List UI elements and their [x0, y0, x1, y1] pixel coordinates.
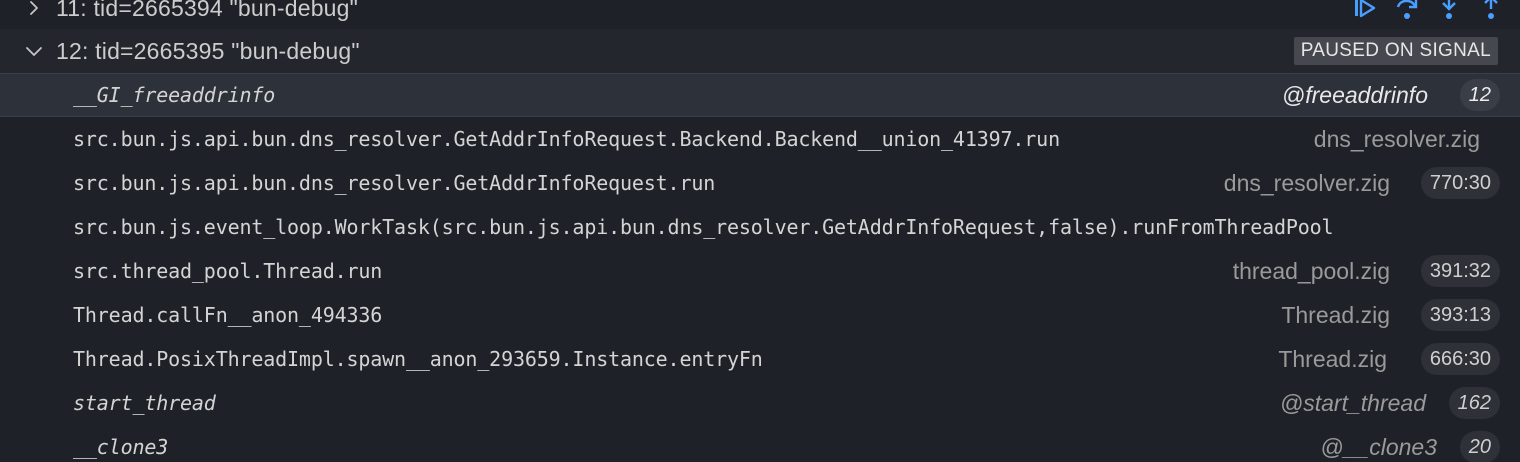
- frame-line-badge: 12: [1459, 79, 1500, 111]
- stack-frame-8[interactable]: __clone3 @__clone3 20: [0, 425, 1520, 462]
- step-into-icon[interactable]: [1436, 0, 1462, 21]
- stack-frame-0[interactable]: __GI_freeaddrinfo @freeaddrinfo 12: [0, 73, 1520, 117]
- step-over-icon[interactable]: [1394, 0, 1420, 21]
- frame-source-file: @start_thread: [1279, 389, 1426, 416]
- frame-line-badge: 770:30: [1420, 167, 1500, 199]
- frame-source-file: dns_resolver.zig: [1223, 169, 1390, 196]
- step-out-icon[interactable]: [1478, 0, 1504, 21]
- frame-line-badge: 666:30: [1420, 343, 1500, 375]
- continue-icon[interactable]: [1352, 0, 1378, 21]
- stack-frame-2[interactable]: src.bun.js.api.bun.dns_resolver.GetAddrI…: [0, 161, 1520, 205]
- frame-function-name: start_thread: [73, 391, 216, 415]
- frame-function-name: src.bun.js.api.bun.dns_resolver.GetAddrI…: [73, 171, 716, 195]
- thread-label: 12: tid=2665395 "bun-debug": [56, 37, 360, 64]
- frame-line-badge: 393:13: [1420, 299, 1500, 331]
- stack-frame-7[interactable]: start_thread @start_thread 162: [0, 381, 1520, 425]
- frame-source-file: Thread.zig: [1281, 301, 1390, 328]
- paused-status-badge: PAUSED ON SIGNAL: [1293, 37, 1498, 65]
- thread-row-11[interactable]: 11: tid=2665394 "bun-debug": [0, 0, 1520, 30]
- frame-source-file: thread_pool.zig: [1232, 257, 1390, 284]
- thread-row-12[interactable]: 12: tid=2665395 "bun-debug" PAUSED ON SI…: [0, 29, 1520, 73]
- frame-line-badge: 20: [1459, 431, 1500, 462]
- thread-label: 11: tid=2665394 "bun-debug": [56, 0, 359, 21]
- stack-frame-4[interactable]: src.thread_pool.Thread.run thread_pool.z…: [0, 249, 1520, 293]
- stack-frame-1[interactable]: src.bun.js.api.bun.dns_resolver.GetAddrI…: [0, 117, 1520, 161]
- frame-line-badge: 162: [1448, 387, 1500, 419]
- frame-function-name: src.thread_pool.Thread.run: [73, 259, 383, 283]
- frame-source-file: Thread.zig: [1278, 345, 1387, 372]
- frame-function-name: Thread.PosixThreadImpl.spawn__anon_29365…: [73, 347, 763, 371]
- frame-function-name: Thread.callFn__anon_494336: [73, 303, 383, 327]
- frame-function-name: src.bun.js.api.bun.dns_resolver.GetAddrI…: [73, 127, 1060, 151]
- frame-function-name: __clone3: [73, 435, 169, 459]
- stack-frame-5[interactable]: Thread.callFn__anon_494336 Thread.zig 39…: [0, 293, 1520, 337]
- chevron-down-icon[interactable]: [22, 39, 46, 63]
- frame-source-file: dns_resolver.zig: [1313, 125, 1480, 152]
- frame-line-badge: 391:32: [1420, 255, 1500, 287]
- frame-source-file: @freeaddrinfo: [1281, 81, 1428, 108]
- thread-actions: [1352, 0, 1504, 30]
- frame-function-name: src.bun.js.event_loop.WorkTask(src.bun.j…: [73, 215, 1334, 239]
- frame-function-name: __GI_freeaddrinfo: [73, 83, 276, 107]
- frame-source-file: @__clone3: [1320, 433, 1437, 460]
- stack-frame-3[interactable]: src.bun.js.event_loop.WorkTask(src.bun.j…: [0, 205, 1520, 249]
- call-stack-panel: 11: tid=2665394 "bun-debug" 12: tid=2665…: [0, 0, 1520, 462]
- chevron-right-icon[interactable]: [22, 0, 46, 20]
- stack-frame-6[interactable]: Thread.PosixThreadImpl.spawn__anon_29365…: [0, 337, 1520, 381]
